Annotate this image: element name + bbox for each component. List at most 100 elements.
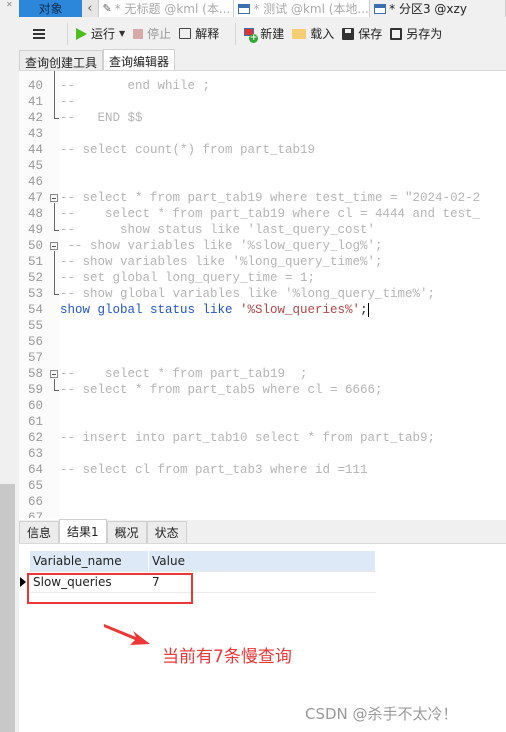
tab-partition3[interactable]: * 分区3 @xzy (370, 0, 506, 17)
document-tab-bar: 对象 ‹ ✎ * 无标题 @kml (本... * 测试 @kml (本地...… (19, 0, 506, 17)
toolbar-divider (235, 22, 237, 45)
fold-guide (54, 251, 55, 294)
code-line[interactable]: 43 (19, 126, 506, 142)
tab-query-editor[interactable]: 查询编辑器 (103, 49, 176, 70)
chevron-left-icon[interactable]: ‹ (82, 0, 99, 17)
toolbar-divider (67, 22, 68, 45)
code-line[interactable]: 54 show global status like '%Slow_queries… (19, 302, 506, 318)
sql-comment: -- show variables like '%long_query_time… (60, 255, 383, 269)
code-line[interactable]: 41 -- (19, 94, 506, 110)
code-line[interactable]: 42 -- END $$ (19, 110, 506, 126)
code-line[interactable]: 47 -- select * from part_tab19 where test… (19, 190, 506, 206)
save-as-button[interactable]: 另存为 (390, 25, 442, 42)
sql-comment: -- select * from part_tab19 where test_t… (60, 191, 481, 205)
line-number: 49 (28, 223, 44, 237)
line-number: 61 (28, 415, 44, 429)
pencil-query-icon: ✎ (102, 2, 112, 15)
load-button[interactable]: 载入 (292, 25, 334, 42)
tab-label: * 测试 @kml (本地... (253, 2, 369, 16)
sql-comment: -- (60, 95, 76, 109)
line-number: 47 (28, 191, 44, 205)
code-line[interactable]: 67 (19, 510, 506, 518)
fold-toggle-icon[interactable] (50, 370, 58, 378)
fold-guide (54, 71, 55, 118)
code-line[interactable]: 59 -- select * from part_tab5 where cl = … (19, 382, 506, 398)
tab-info[interactable]: 信息 (19, 521, 60, 543)
fold-guide-end (54, 118, 59, 119)
folder-icon (292, 28, 307, 39)
editor-mode-tabs: 查询创建工具 查询编辑器 (19, 49, 506, 71)
tab-query-builder[interactable]: 查询创建工具 (19, 50, 104, 70)
tab-result1[interactable]: 结果1 (59, 519, 107, 543)
table-icon (374, 3, 387, 14)
column-header-value[interactable]: Value (149, 551, 376, 571)
fold-toggle-icon[interactable] (50, 242, 58, 250)
code-line[interactable]: 57 (19, 350, 506, 366)
sql-comment: -- select count(*) from part_tab19 (60, 143, 316, 157)
sql-editor[interactable]: 40 -- end while ; 41 -- 42 -- END $$ 43 44 -- se… (19, 71, 506, 518)
fold-guide-end (54, 230, 59, 231)
tab-label: * 分区3 @xzy (389, 2, 467, 16)
explain-button[interactable]: 解释 (179, 25, 219, 42)
menu-button[interactable] (19, 28, 59, 39)
save-as-label: 另存为 (406, 27, 443, 41)
new-label: 新建 (260, 27, 285, 41)
line-number: 60 (28, 399, 44, 413)
play-icon (76, 27, 87, 40)
sql-comment: -- set global long_query_time = 1; (60, 271, 316, 285)
code-line[interactable]: 66 (19, 494, 506, 510)
query-toolbar: 运行 ▼ 停止 解释 新建 载入 保存 另存为 (19, 17, 506, 50)
code-line[interactable]: 53 -- show global variables like '%long_q… (19, 286, 506, 302)
code-line[interactable]: 56 (19, 334, 506, 350)
new-query-icon (244, 27, 259, 43)
save-button[interactable]: 保存 (342, 25, 382, 42)
code-line[interactable]: 62 -- insert into part_tab10 select * fro… (19, 430, 506, 446)
code-line[interactable]: 46 (19, 174, 506, 190)
left-sidebar-strip: ✕ (0, 0, 19, 732)
code-line[interactable]: 60 (19, 398, 506, 414)
line-number: 45 (28, 159, 44, 173)
line-number: 40 (28, 79, 44, 93)
tab-untitled-query[interactable]: ✎ * 无标题 @kml (本... (98, 0, 235, 17)
explain-label: 解释 (195, 27, 220, 41)
code-line[interactable]: 44 -- select count(*) from part_tab19 (19, 142, 506, 158)
line-number: 43 (28, 127, 44, 141)
code-line[interactable]: 52 -- set global long_query_time = 1; (19, 270, 506, 286)
fold-guide (54, 203, 55, 230)
code-line[interactable]: 40 -- end while ; (19, 78, 506, 94)
pin-icon[interactable]: ✕ (6, 0, 13, 9)
sql-comment: -- end while ; (60, 79, 211, 93)
code-line[interactable]: 65 (19, 478, 506, 494)
line-number: 57 (28, 351, 44, 365)
fold-guide (54, 379, 55, 390)
code-line[interactable]: 64 -- select cl from part_tab3 where id =… (19, 462, 506, 478)
tab-test-table[interactable]: * 测试 @kml (本地... (234, 0, 371, 17)
sql-comment: -- insert into part_tab10 select * from … (60, 431, 436, 445)
tab-profile[interactable]: 概况 (106, 521, 147, 543)
code-line[interactable]: 61 (19, 414, 506, 430)
column-header-variable-name[interactable]: Variable_name (30, 551, 149, 571)
sql-keywords: show global status like (60, 303, 241, 317)
tab-status[interactable]: 状态 (146, 521, 187, 543)
tab-objects[interactable]: 对象 (19, 0, 83, 17)
code-line[interactable]: 49 -- show status like 'last_query_cost' (19, 222, 506, 238)
save-icon (342, 27, 355, 40)
code-line[interactable]: 50 -- show variables like '%slow_query_l… (19, 238, 506, 254)
stop-button[interactable]: 停止 (133, 25, 171, 42)
line-number: 48 (28, 207, 44, 221)
sql-comment: -- show global variables like '%long_que… (60, 287, 436, 301)
code-line[interactable]: 48 -- select * from part_tab19 where cl =… (19, 206, 506, 222)
new-button[interactable]: 新建 (244, 25, 285, 43)
code-line[interactable]: 58 -- select * from part_tab19 ; (19, 366, 506, 382)
code-line[interactable]: 45 (19, 158, 506, 174)
code-line[interactable]: 63 (19, 446, 506, 462)
chevron-down-icon[interactable]: ▼ (119, 29, 125, 38)
sql-comment: -- select cl from part_tab3 where id =11… (60, 463, 368, 477)
line-number: 51 (28, 255, 44, 269)
sql-comment: -- END $$ (60, 111, 143, 125)
fold-toggle-icon[interactable] (50, 194, 58, 202)
line-number: 63 (28, 447, 44, 461)
run-button[interactable]: 运行 ▼ (76, 25, 125, 42)
code-line[interactable]: 55 (19, 318, 506, 334)
code-line[interactable]: 51 -- show variables like '%long_query_ti… (19, 254, 506, 270)
